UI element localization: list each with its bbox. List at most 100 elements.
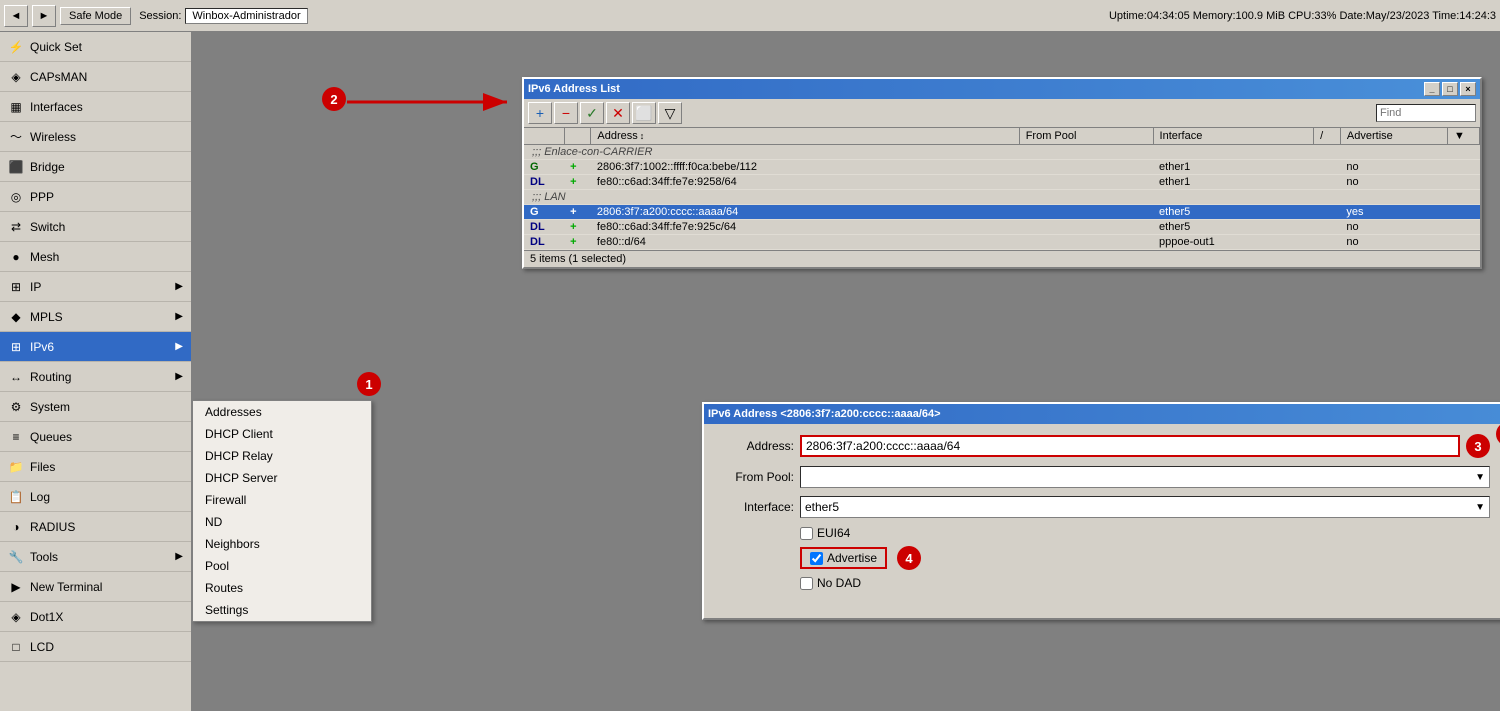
table-row[interactable]: DL+fe80::c6ad:34ff:fe7e:9258/64ether1no — [524, 175, 1480, 190]
sidebar-item-ip[interactable]: ⊞IP▶ — [0, 272, 191, 302]
sidebar-item-label-dot1x: Dot1X — [30, 610, 63, 624]
advertise-label: Advertise — [827, 551, 877, 565]
mpls-icon: ◆ — [8, 309, 24, 325]
files-icon: 📁 — [8, 459, 24, 475]
sidebar-item-label-files: Files — [30, 460, 55, 474]
eui64-checkbox[interactable] — [800, 527, 813, 540]
menu-item-pool[interactable]: Pool — [193, 555, 371, 577]
status-info: Uptime:04:34:05 Memory:100.9 MiB CPU:33%… — [1109, 10, 1496, 22]
capsman-icon: ◈ — [8, 69, 24, 85]
sidebar-item-wireless[interactable]: 〜Wireless — [0, 122, 191, 152]
sidebar-item-bridge[interactable]: ⬛Bridge — [0, 152, 191, 182]
from-pool-select[interactable]: ▼ — [800, 466, 1490, 488]
sidebar-item-new-terminal[interactable]: ▶New Terminal — [0, 572, 191, 602]
list-maximize-btn[interactable]: □ — [1442, 82, 1458, 96]
sidebar-item-ipv6[interactable]: ⊞IPv6▶ — [0, 332, 191, 362]
col-address[interactable]: Address↕ — [591, 128, 1019, 145]
sidebar-item-label-bridge: Bridge — [30, 160, 65, 174]
sidebar-item-queues[interactable]: ≡Queues — [0, 422, 191, 452]
sidebar-item-capsman[interactable]: ◈ CAPsMAN — [0, 62, 191, 92]
sidebar-item-label-lcd: LCD — [30, 640, 54, 654]
sidebar-item-label-mpls: MPLS — [30, 310, 63, 324]
sidebar-item-mesh[interactable]: ●Mesh — [0, 242, 191, 272]
find-input[interactable] — [1376, 104, 1476, 122]
session-value: Winbox-Administrador — [185, 8, 307, 24]
interface-arrow: ▼ — [1475, 502, 1485, 513]
system-icon: ⚙ — [8, 399, 24, 415]
sidebar-item-quick-set[interactable]: ⚡Quick Set — [0, 32, 191, 62]
table-row[interactable]: DL+fe80::c6ad:34ff:fe7e:925c/64ether5no — [524, 220, 1480, 235]
col-dot[interactable] — [564, 128, 591, 145]
filter-btn[interactable]: ▽ — [658, 102, 682, 124]
col-slash[interactable]: / — [1314, 128, 1341, 145]
ppp-icon: ◎ — [8, 189, 24, 205]
session-label: Session: — [139, 10, 181, 22]
forward-button[interactable]: ► — [32, 5, 56, 27]
sidebar-item-label-capsman: CAPsMAN — [30, 70, 87, 84]
remove-btn[interactable]: − — [554, 102, 578, 124]
menu-item-dhcp-client[interactable]: DHCP Client — [193, 423, 371, 445]
table-row[interactable]: G+2806:3f7:1002::ffff:f0ca:bebe/112ether… — [524, 160, 1480, 175]
menu-item-nd[interactable]: ND — [193, 511, 371, 533]
eui64-label: EUI64 — [817, 526, 850, 540]
sidebar-item-label-interfaces: Interfaces — [30, 100, 83, 114]
table-row[interactable]: DL+fe80::d/64pppoe-out1no — [524, 235, 1480, 250]
check-btn[interactable]: ✓ — [580, 102, 604, 124]
tools-icon: 🔧 — [8, 549, 24, 565]
table-row[interactable]: G+2806:3f7:a200:cccc::aaaa/64ether5yes — [524, 205, 1480, 220]
sidebar-item-label-mesh: Mesh — [30, 250, 59, 264]
list-status: 5 items (1 selected) — [524, 250, 1480, 267]
sidebar-item-dot1x[interactable]: ◈ Dot1X — [0, 602, 191, 632]
sidebar-item-files[interactable]: 📁 Files — [0, 452, 191, 482]
badge-2: 2 — [322, 87, 346, 111]
find-area — [1376, 104, 1476, 122]
dot1x-icon: ◈ — [8, 609, 24, 625]
eui64-row: EUI64 — [800, 526, 1490, 540]
back-button[interactable]: ◄ — [4, 5, 28, 27]
no-dad-checkbox[interactable] — [800, 577, 813, 590]
quick-set-icon: ⚡ — [8, 39, 24, 55]
interfaces-icon: ▦ — [8, 99, 24, 115]
interface-label: Interface: — [714, 500, 794, 514]
copy-toolbar-btn[interactable]: ⬜ — [632, 102, 656, 124]
list-close-btn[interactable]: × — [1460, 82, 1476, 96]
sidebar-item-routing[interactable]: ↔Routing▶ — [0, 362, 191, 392]
menu-item-routes[interactable]: Routes — [193, 577, 371, 599]
sidebar-item-label-new-terminal: New Terminal — [30, 580, 102, 594]
sidebar-item-interfaces[interactable]: ▦ Interfaces — [0, 92, 191, 122]
sidebar-item-radius[interactable]: ◑RADIUS — [0, 512, 191, 542]
ipv6-list-window: IPv6 Address List _ □ × + − ✓ ✕ ⬜ ▽ — [522, 77, 1482, 269]
interface-select[interactable]: ether5 ▼ — [800, 496, 1490, 518]
list-minimize-btn[interactable]: _ — [1424, 82, 1440, 96]
sidebar: ⚡Quick Set ◈ CAPsMAN ▦ Interfaces 〜Wireless⬛B… — [0, 32, 192, 711]
sidebar-item-label-routing: Routing — [30, 370, 71, 384]
menu-item-dhcp-server[interactable]: DHCP Server — [193, 467, 371, 489]
sidebar-item-log[interactable]: 📋Log — [0, 482, 191, 512]
col-flags[interactable] — [524, 128, 564, 145]
col-from-pool[interactable]: From Pool — [1019, 128, 1153, 145]
menu-item-firewall[interactable]: Firewall — [193, 489, 371, 511]
safe-mode-button[interactable]: Safe Mode — [60, 7, 131, 25]
cross-btn[interactable]: ✕ — [606, 102, 630, 124]
sidebar-item-switch[interactable]: ⇄Switch — [0, 212, 191, 242]
sidebar-item-tools[interactable]: 🔧Tools▶ — [0, 542, 191, 572]
sidebar-item-mpls[interactable]: ◆MPLS▶ — [0, 302, 191, 332]
menu-item-settings[interactable]: Settings — [193, 599, 371, 621]
address-field[interactable] — [800, 435, 1460, 457]
ipv6-table: Address↕ From Pool Interface / Advertise… — [524, 128, 1480, 250]
sidebar-item-arrow-ipv6: ▶ — [175, 341, 183, 352]
col-expand[interactable]: ▼ — [1447, 128, 1479, 145]
add-btn[interactable]: + — [528, 102, 552, 124]
advertise-checkbox[interactable] — [810, 552, 823, 565]
col-interface[interactable]: Interface — [1153, 128, 1314, 145]
section-row: ;;; Enlace-con-CARRIER — [524, 145, 1480, 160]
col-advertise[interactable]: Advertise — [1340, 128, 1447, 145]
wireless-icon: 〜 — [8, 129, 24, 145]
menu-item-dhcp-relay[interactable]: DHCP Relay — [193, 445, 371, 467]
from-pool-row: From Pool: ▼ — [714, 466, 1490, 488]
sidebar-item-lcd[interactable]: □LCD — [0, 632, 191, 662]
sidebar-item-ppp[interactable]: ◎PPP — [0, 182, 191, 212]
menu-item-addresses[interactable]: Addresses — [193, 401, 371, 423]
menu-item-neighbors[interactable]: Neighbors — [193, 533, 371, 555]
sidebar-item-system[interactable]: ⚙System — [0, 392, 191, 422]
